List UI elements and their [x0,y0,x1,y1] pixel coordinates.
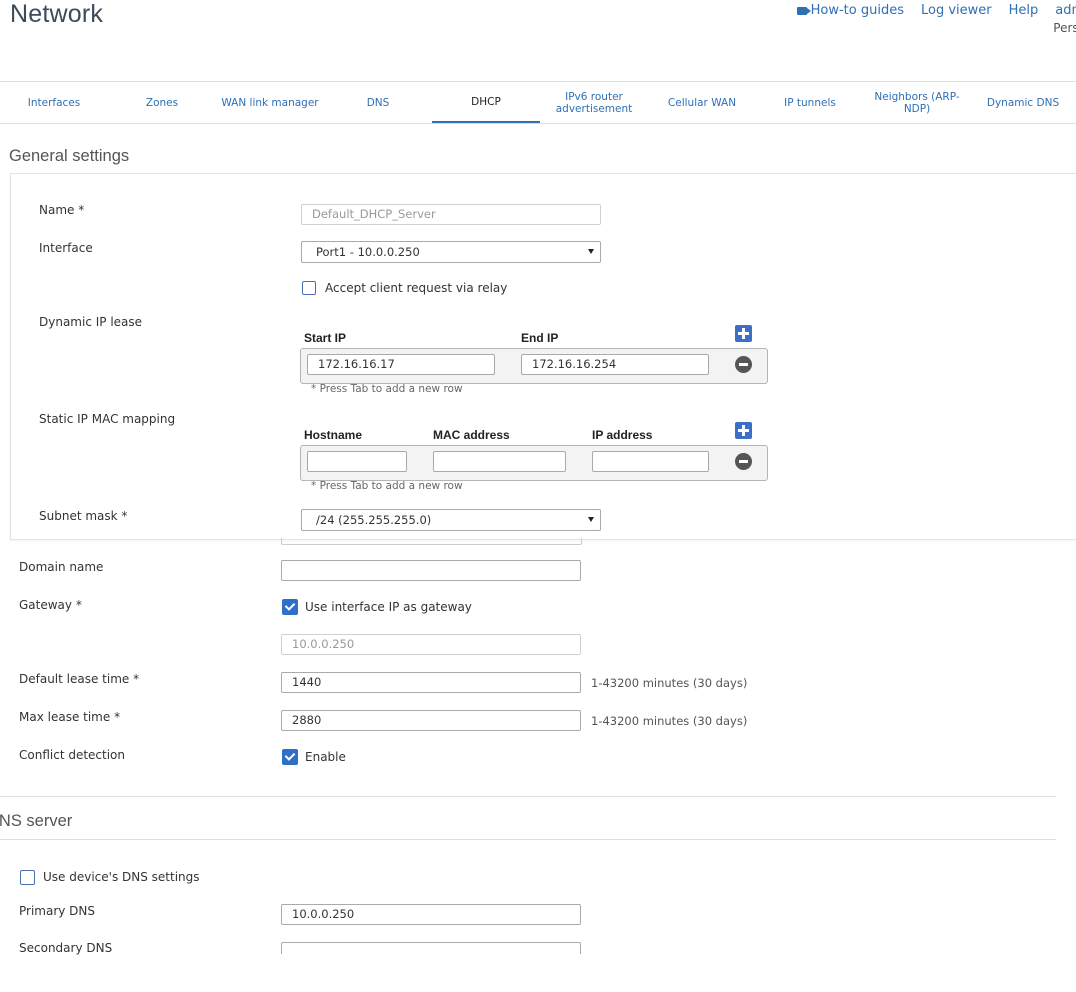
ip-address-input[interactable] [592,451,709,472]
help-link[interactable]: Help [1009,3,1039,18]
hostname-header: Hostname [304,428,363,442]
dns-section-top-divider [0,796,1056,797]
conflict-detection-checkbox[interactable] [282,749,298,765]
end-ip-input[interactable]: 172.16.16.254 [521,354,709,375]
tab-dynamic-dns[interactable]: Dynamic DNS [970,82,1076,123]
chevron-down-icon [588,517,594,522]
tab-ipv6-router-advertisement[interactable]: IPv6 router advertisement [540,82,648,123]
name-label: Name * [39,203,85,217]
chevron-down-icon [588,249,594,254]
secondary-dns-clip [281,942,581,954]
tab-bar: Interfaces Zones WAN link manager DNS DH… [0,81,1076,124]
remove-mapping-minus-icon[interactable] [735,453,752,470]
subnet-mask-select[interactable]: /24 (255.255.255.0) [301,509,601,531]
ip-address-header: IP address [592,428,653,442]
add-row-plus-icon[interactable] [735,325,752,342]
max-lease-time-input[interactable]: 2880 [281,710,581,731]
domain-name-label: Domain name [19,560,104,574]
remove-row-minus-icon[interactable] [735,356,752,373]
conflict-detection-label: Conflict detection [19,748,126,762]
dynamic-ip-lease-label: Dynamic IP lease [39,315,143,329]
tab-wan-link-manager[interactable]: WAN link manager [216,82,324,123]
static-tab-hint: * Press Tab to add a new row [311,480,463,492]
name-input[interactable]: Default_DHCP_Server [301,204,601,225]
tab-zones[interactable]: Zones [108,82,216,123]
top-links: How-to guides Log viewer Help admin [796,3,1076,18]
mac-address-header: MAC address [433,428,510,442]
end-ip-header: End IP [521,331,559,345]
interface-label: Interface [39,241,93,255]
dns-section-bottom-divider [0,839,1056,840]
mac-address-input[interactable] [433,451,566,472]
tab-cellular-wan[interactable]: Cellular WAN [648,82,756,123]
tab-dns[interactable]: DNS [324,82,432,123]
subuser-label: Perso [1053,21,1076,35]
default-lease-time-hint: 1-43200 minutes (30 days) [591,676,748,690]
conflict-detection-checkbox-label: Enable [305,750,346,764]
max-lease-time-hint: 1-43200 minutes (30 days) [591,714,748,728]
add-mapping-plus-icon[interactable] [735,422,752,439]
hostname-input[interactable] [307,451,407,472]
relay-checkbox[interactable] [302,281,316,295]
subnet-mask-label: Subnet mask * [39,509,128,523]
admin-menu[interactable]: admin [1055,3,1076,18]
default-lease-time-label: Default lease time * [19,672,140,686]
primary-dns-label: Primary DNS [19,904,96,918]
dns-server-title: DNS server [0,812,73,830]
video-camera-icon [796,6,811,15]
use-device-dns-label: Use device's DNS settings [43,870,200,884]
log-viewer-link[interactable]: Log viewer [921,3,992,18]
gateway-checkbox[interactable] [282,599,298,615]
how-to-guides-link[interactable]: How-to guides [796,3,904,18]
default-lease-time-input[interactable]: 1440 [281,672,581,693]
secondary-dns-input[interactable] [281,942,581,954]
general-settings-card: Name * Default_DHCP_Server Interface Por… [10,173,1076,540]
tab-neighbors[interactable]: Neighbors (ARP-NDP) [864,82,970,123]
subnet-mask-value: /24 (255.255.255.0) [316,513,432,527]
tab-ip-tunnels[interactable]: IP tunnels [756,82,864,123]
general-settings-title: General settings [9,147,130,165]
page-title: Network [10,0,104,28]
use-device-dns-checkbox[interactable] [20,870,35,885]
hidden-field-edge [281,538,582,545]
relay-checkbox-label: Accept client request via relay [325,281,508,295]
interface-select[interactable]: Port1 - 10.0.0.250 [301,241,601,263]
dynamic-tab-hint: * Press Tab to add a new row [311,383,463,395]
max-lease-time-label: Max lease time * [19,710,121,724]
tab-interfaces[interactable]: Interfaces [0,82,108,123]
gateway-input[interactable]: 10.0.0.250 [281,634,581,655]
gateway-label: Gateway * [19,598,82,612]
primary-dns-input[interactable]: 10.0.0.250 [281,904,581,925]
static-ip-mac-mapping-label: Static IP MAC mapping [39,412,176,426]
interface-select-value: Port1 - 10.0.0.250 [316,245,420,259]
domain-name-input[interactable] [281,560,581,581]
secondary-dns-label: Secondary DNS [19,941,113,955]
start-ip-input[interactable]: 172.16.16.17 [307,354,495,375]
gateway-checkbox-label: Use interface IP as gateway [305,600,472,614]
tab-dhcp[interactable]: DHCP [432,82,540,123]
start-ip-header: Start IP [304,331,347,345]
